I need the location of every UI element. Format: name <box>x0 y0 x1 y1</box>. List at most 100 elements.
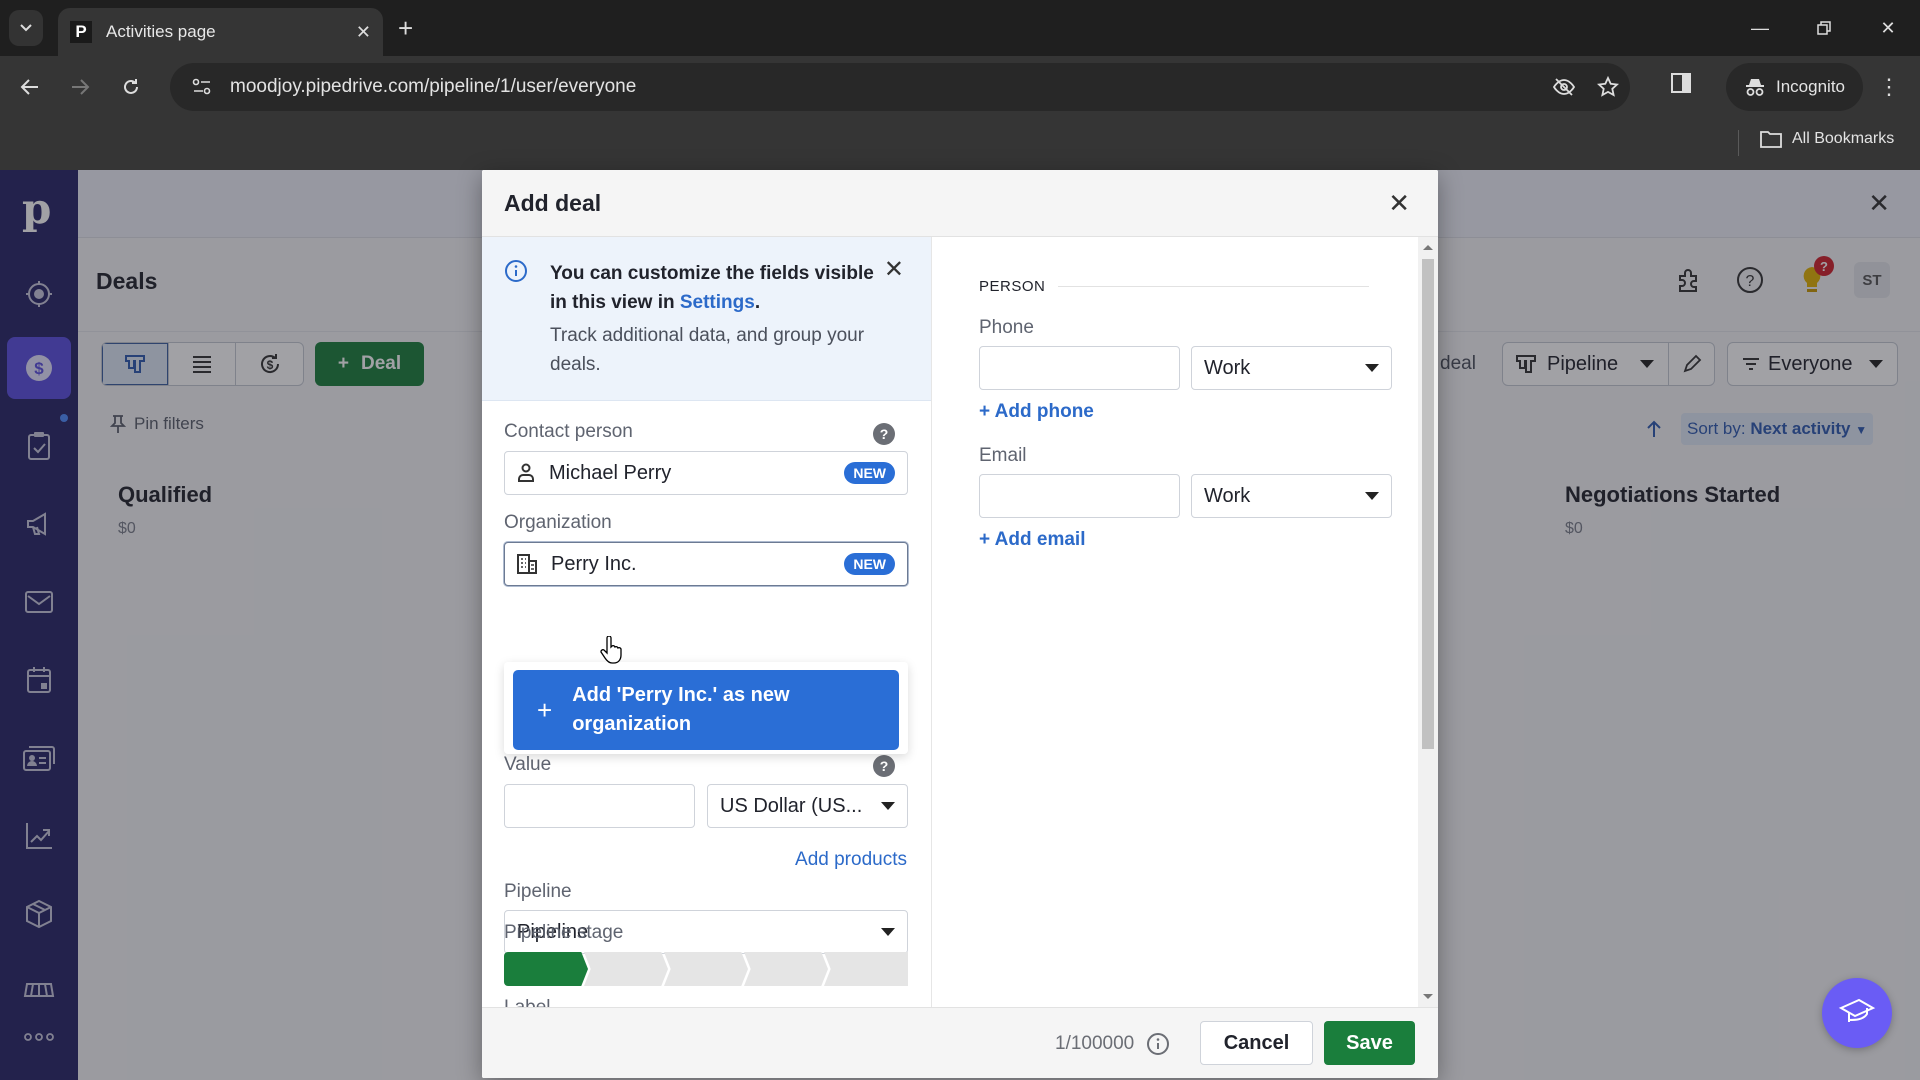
tab-search-button[interactable] <box>9 10 43 46</box>
save-button[interactable]: Save <box>1324 1021 1415 1065</box>
info-icon[interactable] <box>1146 1032 1170 1056</box>
scroll-thumb[interactable] <box>1422 259 1434 749</box>
bookmarks-bar: All Bookmarks <box>0 118 1920 170</box>
contact-person-label: Contact person <box>504 421 633 442</box>
window-controls: — ✕ <box>1728 0 1920 56</box>
banner-period: . <box>754 292 761 313</box>
pipeline-stage-selector <box>504 952 908 986</box>
pipedrive-favicon: P <box>70 21 92 43</box>
scroll-down-arrow[interactable] <box>1423 994 1433 999</box>
restore-icon <box>1817 21 1831 35</box>
reload-button[interactable] <box>114 70 148 104</box>
contact-person-input[interactable]: Michael Perry NEW <box>504 451 908 495</box>
chevron-down-icon <box>20 24 32 32</box>
caret-down-icon <box>881 928 895 936</box>
modal-close-icon[interactable]: ✕ <box>1388 188 1410 219</box>
phone-type-select[interactable]: Work <box>1191 346 1392 390</box>
section-divider <box>1058 286 1369 287</box>
add-new-organization-label: Add 'Perry Inc.' as new organization <box>572 684 790 735</box>
modal-title: Add deal <box>504 190 602 216</box>
currency-select[interactable]: US Dollar (US... <box>707 784 908 828</box>
academy-button[interactable] <box>1822 978 1892 1048</box>
graduation-cap-icon <box>1838 998 1876 1022</box>
label-field-label: Label <box>504 997 551 1007</box>
new-badge: NEW <box>844 462 895 484</box>
pipeline-stage-label: Pipeline stage <box>504 922 624 943</box>
add-email-link[interactable]: + Add email <box>979 529 1085 551</box>
modal-scrollbar[interactable] <box>1418 237 1438 1007</box>
bookmark-star-button[interactable] <box>1586 76 1630 98</box>
pipeline-stage-segment[interactable] <box>504 952 588 986</box>
add-phone-link[interactable]: + Add phone <box>979 401 1094 423</box>
customize-fields-banner: You can customize the fields visible in … <box>482 237 931 401</box>
deal-fields-pane: You can customize the fields visible in … <box>482 237 932 1007</box>
browser-tab-active[interactable]: P Activities page ✕ <box>58 8 383 56</box>
browser-menu-button[interactable]: ⋮ <box>1878 74 1900 100</box>
email-input[interactable] <box>979 474 1180 518</box>
scroll-up-arrow[interactable] <box>1423 245 1433 250</box>
new-badge: NEW <box>844 553 895 575</box>
forward-button[interactable] <box>63 70 97 104</box>
modal-header: Add deal ✕ <box>482 170 1438 237</box>
caret-down-icon <box>1365 492 1379 500</box>
value-input[interactable] <box>504 784 695 828</box>
folder-icon <box>1760 131 1782 148</box>
all-bookmarks-label: All Bookmarks <box>1792 130 1895 147</box>
banner-text: You can customize the fields visible in … <box>550 259 880 379</box>
arrow-left-icon <box>20 79 38 95</box>
pipeline-stage-segment[interactable] <box>584 952 668 986</box>
close-window-button[interactable]: ✕ <box>1856 0 1920 56</box>
counter-text: 1/100000 <box>1055 1033 1135 1054</box>
reload-icon <box>124 79 138 94</box>
mouse-cursor-icon <box>600 636 622 664</box>
restore-button[interactable] <box>1792 0 1856 56</box>
pipeline-stage-segment[interactable] <box>744 952 828 986</box>
deal-counter: 1/100000 <box>1055 1032 1170 1056</box>
incognito-indicator[interactable]: Incognito <box>1726 63 1863 111</box>
url-text[interactable]: moodjoy.pipedrive.com/pipeline/1/user/ev… <box>230 76 1542 98</box>
phone-input[interactable] <box>979 346 1180 390</box>
settings-link[interactable]: Settings <box>680 292 755 313</box>
back-button[interactable] <box>13 70 47 104</box>
caret-down-icon <box>881 802 895 810</box>
phone-label: Phone <box>979 317 1034 338</box>
cancel-button[interactable]: Cancel <box>1200 1021 1313 1065</box>
new-tab-button[interactable]: + <box>398 14 413 42</box>
organization-suggestions-dropdown: + Add 'Perry Inc.' as new organization <box>504 662 908 754</box>
side-panel-icon <box>1671 73 1691 93</box>
email-label: Email <box>979 445 1027 466</box>
organization-value: Perry Inc. <box>551 552 637 575</box>
email-type-select[interactable]: Work <box>1191 474 1392 518</box>
arrow-right-icon <box>72 79 90 95</box>
pipeline-stage-segment[interactable] <box>824 952 908 986</box>
info-icon <box>504 259 528 283</box>
banner-line2: Track additional data, and group your de… <box>550 325 865 375</box>
banner-close-icon[interactable]: ✕ <box>884 255 904 284</box>
person-fields-pane: PERSON Phone Work + Add phone Email Work… <box>933 237 1438 1007</box>
add-new-organization-option[interactable]: + Add 'Perry Inc.' as new organization <box>513 670 899 750</box>
incognito-icon <box>1746 79 1764 96</box>
browser-tab-bar: P Activities page ✕ + — ✕ <box>0 0 1920 56</box>
tab-title: Activities page <box>106 22 216 41</box>
incognito-label: Incognito <box>1776 77 1845 96</box>
minimize-button[interactable]: — <box>1728 0 1792 56</box>
email-type-value: Work <box>1204 484 1251 507</box>
add-products-link[interactable]: Add products <box>795 849 907 871</box>
building-icon <box>517 554 537 574</box>
add-deal-modal: Add deal ✕ You can customize the fields … <box>482 170 1438 1078</box>
all-bookmarks-button[interactable]: All Bookmarks <box>1760 130 1894 148</box>
currency-value: US Dollar (US... <box>720 794 863 817</box>
tab-close-icon[interactable]: ✕ <box>356 22 371 43</box>
eye-off-icon <box>1552 78 1576 96</box>
person-section-title: PERSON <box>979 278 1046 295</box>
site-info-button[interactable] <box>182 78 222 96</box>
help-icon[interactable]: ? <box>873 423 895 445</box>
organization-input[interactable]: Perry Inc. NEW <box>504 542 908 586</box>
help-icon[interactable]: ? <box>873 755 895 777</box>
address-bar[interactable]: moodjoy.pipedrive.com/pipeline/1/user/ev… <box>170 63 1630 111</box>
pipeline-label: Pipeline <box>504 881 572 902</box>
pipeline-stage-segment[interactable] <box>664 952 748 986</box>
side-panel-button[interactable] <box>1670 72 1692 94</box>
tracking-protection-button[interactable] <box>1542 77 1586 97</box>
bookmarks-divider <box>1738 130 1739 156</box>
